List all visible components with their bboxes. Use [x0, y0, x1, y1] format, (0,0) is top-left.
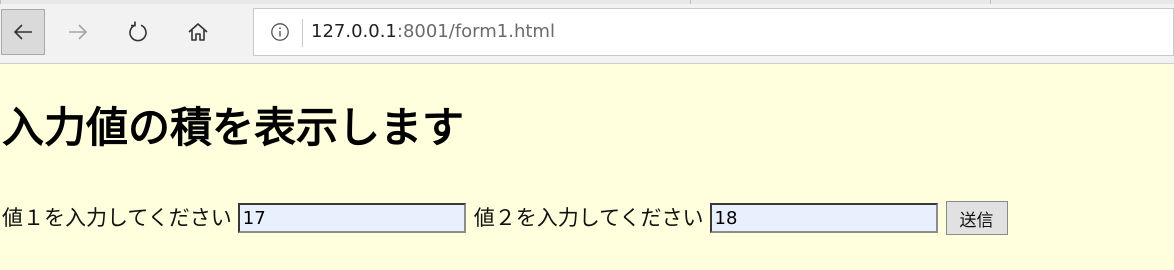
- back-arrow-icon: [13, 24, 32, 40]
- forward-arrow-icon: [69, 24, 88, 40]
- page-content: 入力値の積を表示します 値１を入力してください 値２を入力してください 送信: [0, 64, 1174, 270]
- tab-separator: [690, 0, 691, 4]
- back-button[interactable]: [1, 9, 45, 55]
- url-text[interactable]: 127.0.0.1:8001/form1.html: [311, 20, 555, 44]
- url-host: 127.0.0.1: [311, 21, 397, 42]
- address-bar[interactable]: 127.0.0.1:8001/form1.html: [253, 8, 1174, 56]
- info-icon[interactable]: [270, 22, 290, 42]
- value1-label: 値１を入力してください: [2, 206, 232, 230]
- submit-button[interactable]: 送信: [945, 201, 1008, 235]
- home-icon: [188, 23, 208, 41]
- refresh-button[interactable]: [116, 9, 160, 55]
- value2-label: 値２を入力してください: [473, 206, 704, 230]
- refresh-icon: [129, 21, 147, 42]
- url-path: :8001/form1.html: [396, 21, 555, 42]
- page-title: 入力値の積を表示します: [2, 103, 465, 152]
- tab-separator: [0, 0, 1, 4]
- tab-separator: [990, 0, 991, 4]
- tab-strip: [0, 0, 1174, 4]
- multiply-form: 値１を入力してください 値２を入力してください 送信: [2, 201, 1008, 235]
- forward-button[interactable]: [56, 9, 100, 55]
- value1-input[interactable]: [237, 203, 466, 233]
- value2-input[interactable]: [709, 203, 938, 233]
- browser-toolbar: 127.0.0.1:8001/form1.html: [0, 0, 1174, 64]
- address-separator: [302, 19, 303, 47]
- home-button[interactable]: [176, 9, 220, 55]
